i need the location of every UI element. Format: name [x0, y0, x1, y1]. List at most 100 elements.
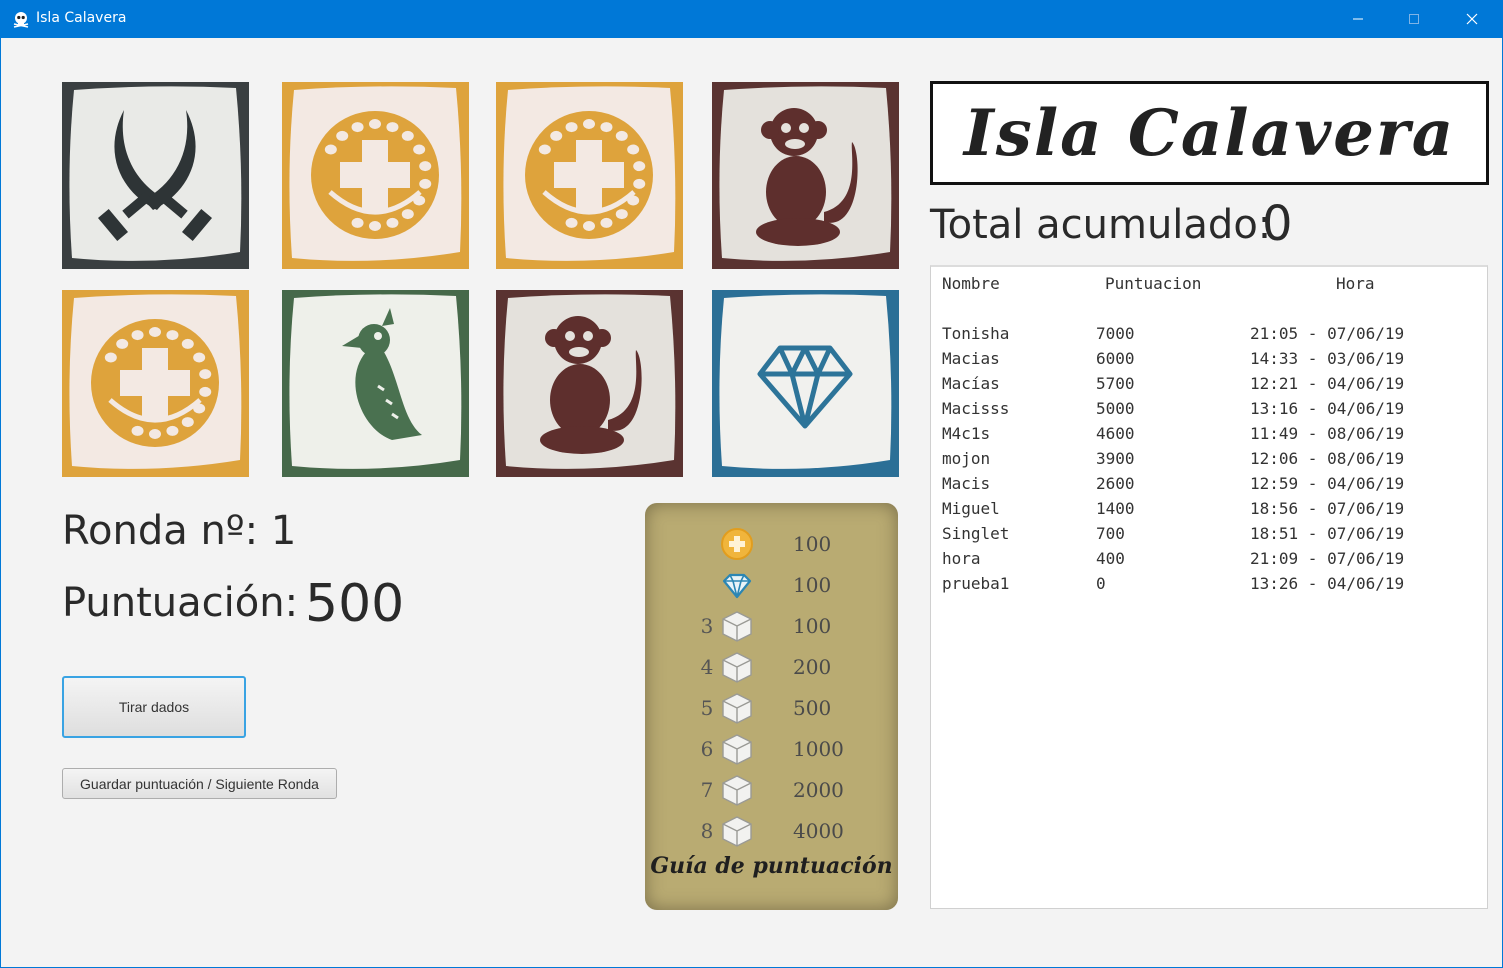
column-header-hora[interactable]: Hora: [1336, 274, 1375, 293]
cell-hora: 18:56 - 07/06/19: [1250, 499, 1405, 518]
die-icon: [722, 816, 752, 847]
cell-hora: 11:49 - 08/06/19: [1250, 424, 1405, 443]
die-icon: [722, 693, 752, 724]
guide-row: 4 200: [645, 649, 898, 685]
cell-puntuacion: 700: [1096, 524, 1125, 543]
cell-nombre: Singlet: [942, 524, 1010, 543]
cell-puntuacion: 2600: [1096, 474, 1135, 493]
guide-points: 500: [793, 696, 832, 720]
cell-puntuacion: 6000: [1096, 349, 1135, 368]
total-value: 0: [1262, 196, 1293, 252]
die-1-swords[interactable]: [62, 82, 249, 269]
save-score-next-round-button[interactable]: Guardar puntuación / Siguiente Ronda: [62, 768, 337, 799]
guide-count: 5: [700, 696, 714, 720]
cell-nombre: Macisss: [942, 399, 1010, 418]
die-icon: [722, 734, 752, 765]
guide-points: 1000: [793, 737, 844, 761]
die-2-coin[interactable]: [282, 82, 469, 269]
die-icon: [722, 611, 752, 642]
die-6-parrot[interactable]: [282, 290, 469, 477]
guide-points: 4000: [793, 819, 844, 843]
die-8-diamond[interactable]: [712, 290, 899, 477]
leaderboard-table[interactable]: Nombre Puntuacion Hora Tonisha 7000 21:0…: [930, 265, 1488, 909]
cell-puntuacion: 7000: [1096, 324, 1135, 343]
die-7-monkey[interactable]: [496, 290, 683, 477]
total-label: Total acumulado:: [930, 202, 1272, 248]
cell-hora: 21:09 - 07/06/19: [1250, 549, 1405, 568]
cell-puntuacion: 5000: [1096, 399, 1135, 418]
coin-icon: [721, 528, 753, 560]
cell-hora: 12:06 - 08/06/19: [1250, 449, 1405, 468]
diamond-icon: [712, 290, 899, 477]
guide-count: 3: [700, 614, 714, 638]
cell-nombre: mojon: [942, 449, 991, 468]
cell-puntuacion: 4600: [1096, 424, 1135, 443]
cell-hora: 12:21 - 04/06/19: [1250, 374, 1405, 393]
cell-nombre: Macias: [942, 349, 1000, 368]
cell-puntuacion: 3900: [1096, 449, 1135, 468]
round-label: Ronda nº: 1: [62, 508, 297, 554]
guide-points: 100: [793, 532, 832, 556]
minimize-button[interactable]: [1329, 0, 1387, 38]
skull-icon: [13, 12, 29, 28]
swords-icon: [62, 82, 249, 269]
monkey-icon: [496, 290, 683, 477]
column-header-nombre[interactable]: Nombre: [942, 274, 1000, 293]
die-icon: [722, 652, 752, 683]
title-bar: Isla Calavera: [0, 0, 1503, 38]
cell-nombre: Miguel: [942, 499, 1000, 518]
cell-nombre: Macías: [942, 374, 1000, 393]
cell-nombre: prueba1: [942, 574, 1010, 593]
guide-count: 7: [700, 778, 714, 802]
cell-hora: 13:16 - 04/06/19: [1250, 399, 1405, 418]
guide-points: 100: [793, 573, 832, 597]
score-guide-card: 100 100 3 100 4 200 5 500 6 1000 7 2000 8 4000…: [645, 503, 898, 910]
die-3-coin[interactable]: [496, 82, 683, 269]
monkey-icon: [712, 82, 899, 269]
guide-points: 200: [793, 655, 832, 679]
cell-puntuacion: 400: [1096, 549, 1125, 568]
close-button[interactable]: [1443, 0, 1501, 38]
diamond-icon: [722, 573, 752, 599]
guide-row: 8 4000: [645, 813, 898, 849]
guide-row: 6 1000: [645, 731, 898, 767]
window-title: Isla Calavera: [36, 10, 127, 26]
close-icon: [1466, 13, 1478, 25]
guide-row: 3 100: [645, 608, 898, 644]
game-logo: Isla Calavera: [930, 81, 1489, 185]
guide-row: 7 2000: [645, 772, 898, 808]
score-value: 500: [305, 574, 405, 634]
guide-row: 5 500: [645, 690, 898, 726]
score-label: Puntuación:: [62, 580, 299, 626]
cell-nombre: Macis: [942, 474, 991, 493]
score-guide-title: Guía de puntuación: [650, 853, 893, 879]
guide-points: 2000: [793, 778, 844, 802]
coin-icon: [496, 82, 683, 269]
cell-nombre: M4c1s: [942, 424, 991, 443]
cell-puntuacion: 5700: [1096, 374, 1135, 393]
coin-icon: [62, 290, 249, 477]
guide-count: 6: [700, 737, 714, 761]
guide-row: 100: [645, 526, 898, 562]
cell-puntuacion: 0: [1096, 574, 1106, 593]
maximize-button[interactable]: [1385, 0, 1443, 38]
cell-nombre: hora: [942, 549, 981, 568]
minimize-icon: [1353, 18, 1363, 20]
die-5-coin[interactable]: [62, 290, 249, 477]
roll-dice-button[interactable]: Tirar dados: [62, 676, 246, 738]
cell-hora: 14:33 - 03/06/19: [1250, 349, 1405, 368]
guide-points: 100: [793, 614, 832, 638]
cell-nombre: Tonisha: [942, 324, 1010, 343]
coin-icon: [282, 82, 469, 269]
cell-hora: 12:59 - 04/06/19: [1250, 474, 1405, 493]
column-header-puntuacion[interactable]: Puntuacion: [1105, 274, 1201, 293]
cell-hora: 18:51 - 07/06/19: [1250, 524, 1405, 543]
guide-count: 4: [700, 655, 714, 679]
cell-hora: 21:05 - 07/06/19: [1250, 324, 1405, 343]
guide-row: 100: [645, 567, 898, 603]
guide-count: 8: [700, 819, 714, 843]
die-icon: [722, 775, 752, 806]
die-4-monkey[interactable]: [712, 82, 899, 269]
maximize-icon: [1409, 14, 1419, 24]
cell-puntuacion: 1400: [1096, 499, 1135, 518]
